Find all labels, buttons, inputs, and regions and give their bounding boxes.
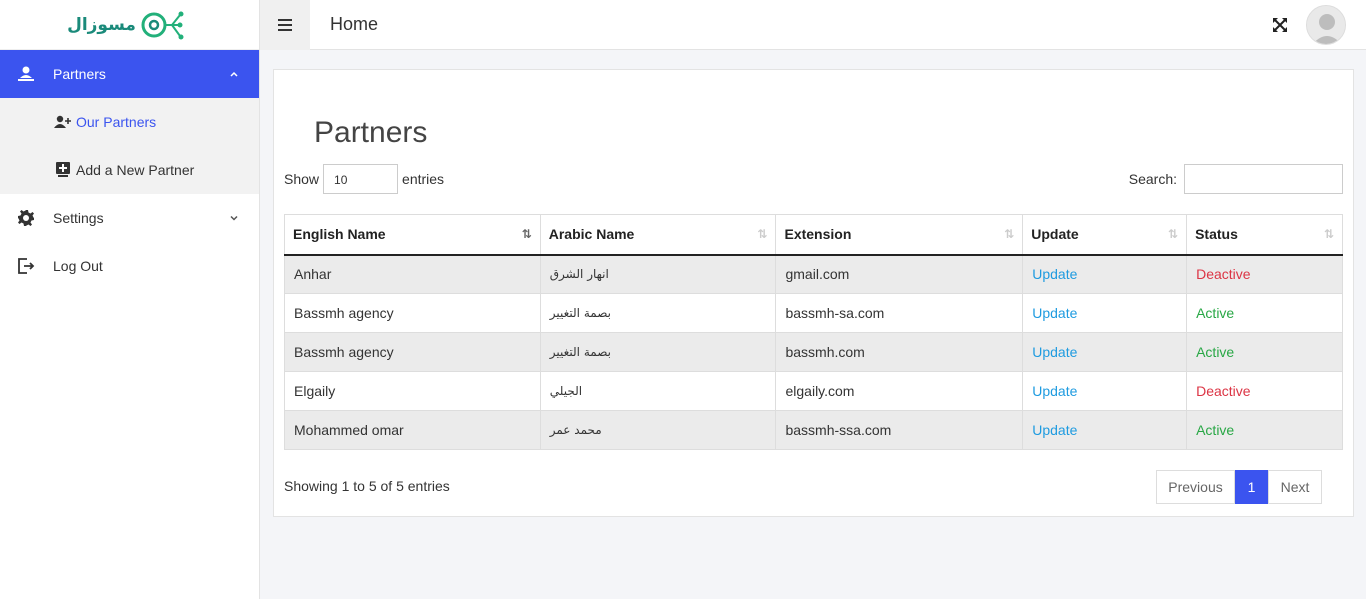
cell-english-name: Anhar	[284, 254, 541, 294]
logo-mark-icon	[141, 11, 184, 39]
sidebar-item-label: Log Out	[53, 258, 103, 274]
cell-extension: elgaily.com	[775, 371, 1024, 411]
sidebar-item-label: Partners	[53, 66, 106, 82]
table-row: Bassmh agency بصمة التغيير bassmh-sa.com…	[284, 293, 1343, 333]
search-input[interactable]	[1184, 164, 1343, 194]
logout-icon	[16, 257, 36, 275]
menu-toggle-button[interactable]	[260, 0, 310, 50]
cell-arabic-name: الجيلي	[539, 371, 777, 411]
cell-english-name: Bassmh agency	[284, 293, 541, 333]
show-label: Show	[284, 171, 320, 187]
search-control: Search:	[1129, 164, 1343, 194]
cell-extension: bassmh-ssa.com	[775, 410, 1024, 450]
status-badge: Deactive	[1186, 254, 1343, 294]
update-link[interactable]: Update	[1032, 266, 1077, 282]
sidebar-subitem-label: Add a New Partner	[76, 162, 195, 178]
page-title: Home	[330, 14, 379, 34]
cell-english-name: Mohammed omar	[284, 410, 541, 450]
user-plus-icon	[54, 115, 72, 129]
expand-icon	[1273, 18, 1287, 32]
sidebar-item-logout[interactable]: Log Out	[0, 242, 259, 290]
sidebar-item-partners[interactable]: Partners	[0, 50, 259, 98]
gear-icon	[16, 209, 36, 227]
sidebar-item-label: Settings	[53, 210, 104, 226]
page-1-button[interactable]: 1	[1235, 470, 1268, 504]
column-header-extension[interactable]: Extension ⇅	[775, 214, 1024, 256]
cell-extension: gmail.com	[775, 254, 1024, 294]
status-badge: Active	[1186, 410, 1343, 450]
sort-asc-icon: ⇅	[521, 227, 532, 241]
column-header-update[interactable]: Update ⇅	[1022, 214, 1188, 256]
next-page-button[interactable]: Next	[1268, 470, 1322, 504]
sidebar-subitem-add-partner[interactable]: Add a New Partner	[0, 146, 259, 194]
partners-card: Partners Show 10 entries Search: English…	[273, 69, 1354, 517]
sidebar-subitem-label: Our Partners	[76, 114, 157, 130]
cell-english-name: Bassmh agency	[284, 332, 541, 372]
sort-icon: ⇅	[1004, 227, 1015, 241]
table-row: Anhar انهار الشرق gmail.com Update Deact…	[284, 254, 1343, 294]
chevron-down-icon	[229, 210, 239, 226]
search-label: Search:	[1128, 171, 1177, 187]
partners-icon	[16, 65, 36, 83]
status-badge: Deactive	[1186, 371, 1343, 411]
sidebar: مسوزال Partners Our Partners Add a New P…	[0, 0, 260, 599]
sidebar-subitem-our-partners[interactable]: Our Partners	[0, 98, 259, 146]
entries-label: entries	[402, 171, 445, 187]
table-row: Bassmh agency بصمة التغيير bassmh.com Up…	[284, 332, 1343, 372]
table-info: Showing 1 to 5 of 5 entries	[284, 478, 450, 494]
entries-select[interactable]: 10	[323, 164, 399, 194]
update-link[interactable]: Update	[1032, 344, 1077, 360]
entries-control: Show 10 entries	[284, 164, 444, 194]
sort-icon: ⇅	[1168, 227, 1179, 241]
partners-table: English Name ⇅ Arabic Name ⇅ Extension ⇅ Up…	[284, 214, 1343, 450]
pagination: Previous 1 Next	[1156, 470, 1322, 504]
column-header-arabic-name[interactable]: Arabic Name ⇅	[539, 214, 777, 256]
update-link[interactable]: Update	[1032, 422, 1077, 438]
previous-page-button[interactable]: Previous	[1156, 470, 1235, 504]
column-header-english-name[interactable]: English Name ⇅	[284, 214, 541, 256]
table-header-row: English Name ⇅ Arabic Name ⇅ Extension ⇅ Up…	[284, 214, 1343, 256]
hamburger-icon	[278, 18, 292, 31]
cell-extension: bassmh.com	[775, 332, 1024, 372]
cell-arabic-name: محمد عمر	[539, 410, 777, 450]
add-box-icon	[54, 161, 72, 179]
cell-arabic-name: بصمة التغيير	[539, 332, 777, 372]
logo-text: مسوزال	[67, 14, 136, 35]
sort-icon: ⇅	[1323, 227, 1334, 241]
logo[interactable]: مسوزال	[0, 0, 259, 50]
fullscreen-button[interactable]	[1272, 17, 1288, 38]
cell-english-name: Elgaily	[284, 371, 541, 411]
update-link[interactable]: Update	[1032, 383, 1077, 399]
cell-arabic-name: بصمة التغيير	[539, 293, 777, 333]
section-title: Partners	[314, 116, 428, 149]
top-header: Home	[260, 0, 1366, 50]
chevron-up-icon	[229, 66, 239, 82]
user-avatar-icon	[1307, 6, 1345, 44]
sidebar-item-settings[interactable]: Settings	[0, 194, 259, 242]
status-badge: Active	[1186, 293, 1343, 333]
update-link[interactable]: Update	[1032, 305, 1077, 321]
partners-submenu: Our Partners Add a New Partner	[0, 98, 259, 194]
status-badge: Active	[1186, 332, 1343, 372]
table-row: Elgaily الجيلي elgaily.com Update Deacti…	[284, 371, 1343, 411]
column-header-status[interactable]: Status ⇅	[1186, 214, 1343, 256]
sort-icon: ⇅	[757, 227, 768, 241]
table-row: Mohammed omar محمد عمر bassmh-ssa.com Up…	[284, 410, 1343, 450]
cell-extension: bassmh-sa.com	[775, 293, 1024, 333]
avatar[interactable]	[1306, 5, 1346, 45]
cell-arabic-name: انهار الشرق	[539, 254, 777, 294]
